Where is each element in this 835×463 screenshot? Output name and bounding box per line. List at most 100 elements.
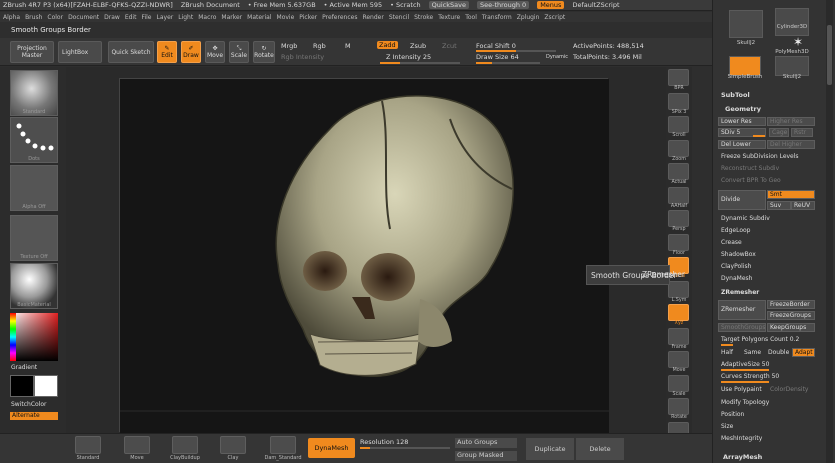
- zremesher-button[interactable]: ZRemesher: [718, 300, 766, 320]
- focal-shift-slider[interactable]: Focal Shift 0: [476, 42, 516, 50]
- menu-texture[interactable]: Texture: [438, 14, 460, 21]
- shelf-aahalf-button[interactable]: [668, 186, 689, 204]
- shelf-scroll-button[interactable]: [668, 116, 689, 133]
- rotate-button[interactable]: ↻ Rotate: [253, 41, 275, 63]
- z-intensity-slider[interactable]: Z Intensity 25: [386, 53, 431, 61]
- menu-file[interactable]: File: [141, 14, 151, 21]
- shelf-actual-button[interactable]: [668, 163, 689, 180]
- switch-color-button[interactable]: SwitchColor: [11, 401, 47, 408]
- rstr-button[interactable]: Rstr: [791, 128, 813, 137]
- lower-res-button[interactable]: Lower Res: [718, 117, 766, 126]
- dynamesh-button[interactable]: DynaMesh: [308, 438, 355, 458]
- menu-stencil[interactable]: Stencil: [389, 14, 409, 21]
- brush-damstandard-button[interactable]: [270, 436, 296, 454]
- tool-cylinder-thumb[interactable]: [775, 8, 809, 36]
- m-button[interactable]: M: [345, 42, 351, 50]
- position-section[interactable]: Position: [718, 410, 814, 419]
- reconstruct-subdiv-button[interactable]: Reconstruct Subdiv: [718, 164, 814, 173]
- menu-draw[interactable]: Draw: [104, 14, 120, 21]
- secondary-color-swatch[interactable]: [34, 375, 58, 397]
- skull-model[interactable]: [120, 79, 609, 433]
- draw-size-slider[interactable]: Draw Size 64: [476, 53, 519, 61]
- move-button[interactable]: ✥ Move: [205, 41, 225, 63]
- draw-size-track[interactable]: [476, 62, 540, 64]
- del-lower-button[interactable]: Del Lower: [718, 140, 766, 149]
- color-density-slider[interactable]: ColorDensity: [767, 385, 815, 394]
- menu-picker[interactable]: Picker: [299, 14, 317, 21]
- suv-toggle[interactable]: Suv: [767, 201, 791, 210]
- projection-master-button[interactable]: Projection Master: [10, 41, 54, 63]
- lightbox-button[interactable]: LightBox: [58, 41, 102, 63]
- convert-bpr-button[interactable]: Convert BPR To Geo: [718, 176, 814, 185]
- smt-toggle[interactable]: Smt: [767, 190, 815, 199]
- target-polygons-slider[interactable]: Target Polygons Count 0.2: [718, 335, 814, 344]
- default-script-button[interactable]: DefaultZScript: [572, 1, 619, 9]
- menu-layer[interactable]: Layer: [157, 14, 174, 21]
- shelf-bpr-button[interactable]: [668, 69, 689, 86]
- subtool-header[interactable]: SubTool: [721, 91, 750, 99]
- del-higher-button[interactable]: Del Higher: [767, 140, 815, 149]
- crease-section[interactable]: Crease: [718, 238, 814, 247]
- curves-strength-slider[interactable]: Curves Strength 50: [718, 372, 814, 381]
- use-polypaint-toggle[interactable]: Use Polypaint: [718, 385, 766, 394]
- shelf-move-button[interactable]: [668, 351, 689, 368]
- document-canvas[interactable]: [119, 78, 609, 433]
- shelf-rotate-button[interactable]: [668, 398, 689, 415]
- hue-strip[interactable]: [10, 313, 16, 361]
- menu-zplugin[interactable]: Zplugin: [517, 14, 540, 21]
- shelf-persp-button[interactable]: [668, 210, 689, 227]
- zremesher-section[interactable]: ZRemesher: [718, 288, 814, 297]
- brush-move-button[interactable]: [124, 436, 150, 454]
- menu-edit[interactable]: Edit: [125, 14, 137, 21]
- menus-button[interactable]: Menus: [537, 1, 565, 9]
- freeze-border-button[interactable]: FreezeBorder: [767, 300, 815, 309]
- draw-button[interactable]: ✐ Draw: [181, 41, 201, 63]
- primary-color-swatch[interactable]: [10, 375, 34, 397]
- brush-standard-button[interactable]: [75, 436, 101, 454]
- shelf-scale-button[interactable]: [668, 374, 689, 392]
- dynamesh-section[interactable]: DynaMesh: [718, 274, 814, 283]
- menu-stroke[interactable]: Stroke: [414, 14, 433, 21]
- tool-skull2-thumb[interactable]: [775, 56, 809, 76]
- menu-transform[interactable]: Transform: [482, 14, 512, 21]
- delete-button[interactable]: Delete: [576, 438, 624, 460]
- reuv-button[interactable]: ReUV: [791, 201, 815, 210]
- shelf-spix-3-button[interactable]: [668, 92, 689, 110]
- menu-material[interactable]: Material: [247, 14, 271, 21]
- panel-scrollbar-thumb[interactable]: [827, 25, 832, 85]
- adaptive-size-slider[interactable]: AdaptiveSize 50: [718, 360, 814, 369]
- focal-shift-track[interactable]: [476, 50, 556, 52]
- higher-res-button[interactable]: Higher Res: [767, 117, 815, 126]
- duplicate-button[interactable]: Duplicate: [526, 438, 574, 460]
- dynamic-subdiv-section[interactable]: Dynamic Subdiv: [718, 214, 814, 223]
- tool-simplebrush-thumb[interactable]: [729, 56, 761, 76]
- brush-clay-button[interactable]: [220, 436, 246, 454]
- see-through-slider[interactable]: See-through 0: [476, 1, 530, 9]
- shelf-floor-button[interactable]: [668, 233, 689, 251]
- double-button[interactable]: Double: [765, 348, 791, 357]
- menu-color[interactable]: Color: [47, 14, 63, 21]
- shelf-xyz-button[interactable]: [668, 304, 689, 321]
- polymesh-star-icon[interactable]: ✶: [793, 35, 803, 49]
- color-picker[interactable]: [10, 313, 58, 361]
- quicksave-button[interactable]: QuickSave: [428, 1, 469, 9]
- brush-claybuildup-button[interactable]: [172, 436, 198, 454]
- auto-groups-button[interactable]: Auto Groups: [455, 438, 517, 448]
- tool-skull-thumb[interactable]: [729, 10, 763, 38]
- edit-button[interactable]: ✎ Edit: [157, 41, 177, 63]
- size-section[interactable]: Size: [718, 422, 814, 431]
- menu-zscript[interactable]: Zscript: [544, 14, 565, 21]
- freeze-subdiv-button[interactable]: Freeze SubDivision Levels: [718, 152, 814, 161]
- zsub-button[interactable]: Zsub: [410, 42, 426, 50]
- menu-macro[interactable]: Macro: [198, 14, 216, 21]
- arraymesh-header[interactable]: ArrayMesh: [723, 453, 762, 461]
- resolution-slider[interactable]: Resolution 128: [360, 438, 408, 446]
- half-button[interactable]: Half: [718, 348, 740, 357]
- mesh-integrity-section[interactable]: MeshIntegrity: [718, 434, 814, 443]
- menu-render[interactable]: Render: [362, 14, 383, 21]
- alternate-button[interactable]: Alternate: [10, 412, 58, 420]
- group-masked-button[interactable]: Group Masked: [455, 451, 517, 461]
- keep-groups-button[interactable]: KeepGroups: [767, 323, 815, 332]
- z-intensity-track[interactable]: [380, 62, 460, 64]
- smooth-groups-button[interactable]: SmoothGroups: [718, 323, 766, 332]
